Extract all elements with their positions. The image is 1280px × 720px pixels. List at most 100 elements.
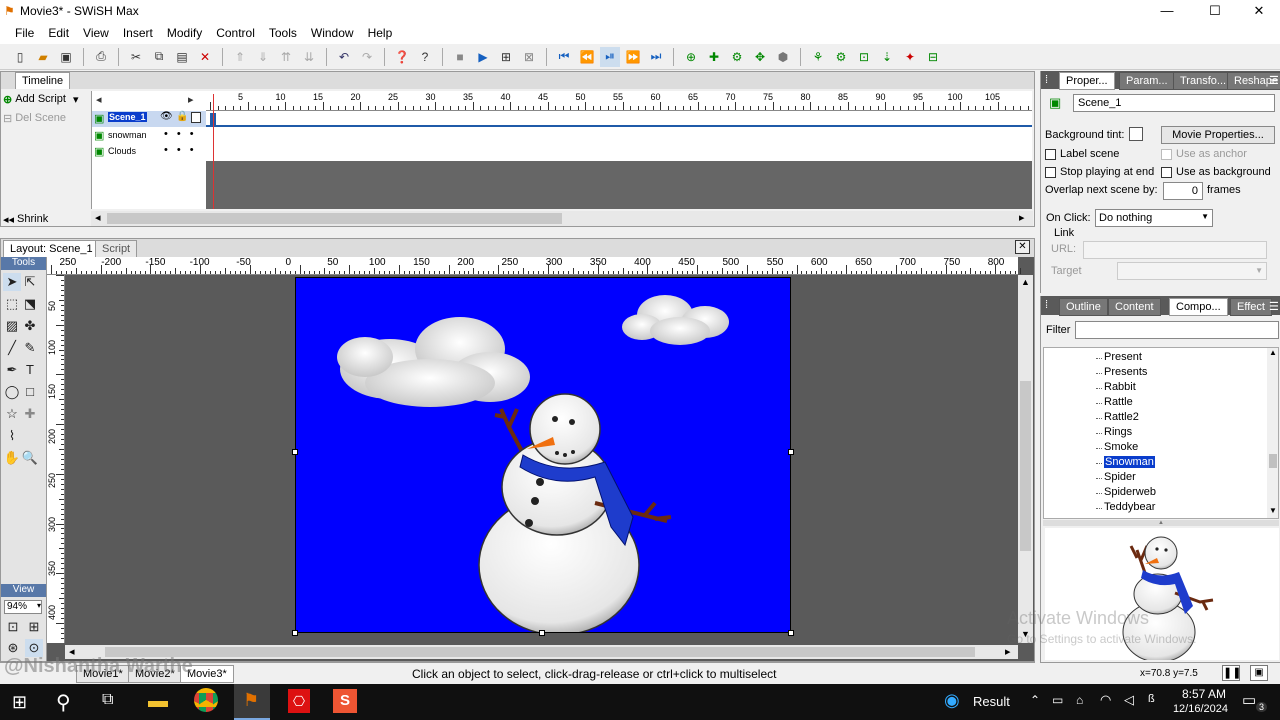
component-item[interactable]: Rattle [1044, 396, 1278, 411]
close-button[interactable]: ✕ [1236, 0, 1280, 22]
panel-menu-icon[interactable]: ☰ [1269, 300, 1279, 313]
fill-transform-icon[interactable]: ▨ [3, 317, 21, 335]
eyedropper-tool-icon[interactable]: ⌇ [3, 427, 21, 445]
zoom-in-icon[interactable]: ⊞ [25, 618, 43, 636]
result-label[interactable]: Result [973, 694, 1010, 709]
component-item[interactable]: Teddybear [1044, 501, 1278, 516]
effect-b-icon[interactable]: ⚙ [831, 47, 851, 67]
shrink-button[interactable]: ◂◂ Shrink [3, 212, 91, 226]
component-item[interactable]: Smoke [1044, 441, 1278, 456]
pen-tool-icon[interactable]: ✒ [3, 361, 21, 379]
cut-icon[interactable]: ✂ [126, 47, 146, 67]
prev-frame-icon[interactable]: ⏪ [577, 47, 597, 67]
ellipse-tool-icon[interactable]: ◯ [3, 383, 21, 401]
handle-bottom[interactable] [539, 630, 545, 636]
open-icon[interactable]: ▰ [33, 47, 53, 67]
file-explorer-icon[interactable]: ▬ [148, 690, 168, 713]
close-layout-icon[interactable]: ✕ [1015, 240, 1030, 254]
use-background-checkbox[interactable]: Use as background [1161, 166, 1271, 178]
play-effects-icon[interactable]: ⊠ [519, 47, 539, 67]
help-icon[interactable]: ❓ [392, 47, 412, 67]
tab-script[interactable]: Script [95, 240, 138, 258]
stop-icon[interactable]: ■ [450, 47, 470, 67]
zoom-select[interactable]: 94% ▾ [4, 600, 42, 614]
menu-insert[interactable]: Insert [116, 22, 160, 44]
component-item[interactable]: Spider [1044, 471, 1278, 486]
handle-bottom-right[interactable] [788, 630, 794, 636]
volume-icon[interactable]: ◁ [1124, 692, 1134, 708]
task-view-icon[interactable]: ⧉ [102, 691, 113, 709]
layer-clouds[interactable]: Clouds [108, 146, 136, 156]
bg-tint-swatch[interactable] [1129, 127, 1143, 141]
last-frame-icon[interactable]: ⏭ [646, 47, 666, 67]
tree-vscroll[interactable]: ▲ ▼ [1267, 348, 1278, 518]
menu-control[interactable]: Control [209, 22, 262, 44]
handle-bottom-left[interactable] [292, 630, 298, 636]
tab-transform[interactable]: Transfo... [1173, 72, 1234, 90]
language-icon[interactable]: ß [1148, 693, 1155, 705]
select-tool-icon[interactable]: ➤ [3, 273, 21, 291]
add-scene-icon[interactable]: ⊕ [681, 47, 701, 67]
overlap-field[interactable]: 0 [1163, 182, 1203, 200]
print-icon[interactable]: ⎙ [91, 47, 111, 67]
save-icon[interactable]: ▣ [56, 47, 76, 67]
component-item[interactable]: Rings [1044, 426, 1278, 441]
rectangle-tool-icon[interactable]: □ [21, 383, 39, 401]
add-effect-icon[interactable]: ✚ [704, 47, 724, 67]
menu-file[interactable]: File [8, 22, 41, 44]
outline-toggle[interactable] [191, 112, 201, 123]
move-down-icon[interactable]: ⇓ [253, 47, 273, 67]
onclick-select[interactable]: Do nothing ▼ [1095, 209, 1213, 227]
menu-edit[interactable]: Edit [41, 22, 76, 44]
play-icon[interactable]: ▶ [473, 47, 493, 67]
frame-grid[interactable] [206, 111, 1032, 161]
copy-icon[interactable]: ⧉ [149, 47, 169, 67]
layout-vscroll[interactable]: ▲ ▼ [1018, 275, 1033, 643]
hand-tool-icon[interactable]: ✋ [3, 449, 21, 467]
menu-view[interactable]: View [76, 22, 116, 44]
add-motion-icon[interactable]: ⚙ [727, 47, 747, 67]
search-icon[interactable]: ⚲ [56, 690, 71, 715]
target-select[interactable]: ▼ [1117, 262, 1267, 280]
timeline-hscroll[interactable]: ◂ ▸ [91, 211, 1033, 226]
component-item[interactable]: Rabbit [1044, 381, 1278, 396]
tab-effect[interactable]: Effect [1230, 298, 1272, 316]
tab-content[interactable]: Content [1108, 298, 1161, 316]
layer-snowman[interactable]: snowman [108, 130, 147, 140]
stage-canvas[interactable] [295, 277, 791, 633]
lock-icon[interactable]: 🔒 [176, 111, 188, 122]
maximize-button[interactable]: ☐ [1192, 0, 1238, 22]
tab-timeline[interactable]: Timeline [15, 72, 71, 89]
wifi-icon[interactable]: ◠ [1100, 692, 1111, 708]
next-frame-icon[interactable]: ⏩ [623, 47, 643, 67]
menu-help[interactable]: Help [361, 22, 400, 44]
new-icon[interactable]: ▯ [10, 47, 30, 67]
battery-icon[interactable]: ▭ [1052, 693, 1063, 707]
playhead[interactable] [213, 94, 214, 209]
add-move-icon[interactable]: ✥ [750, 47, 770, 67]
clock-time[interactable]: 8:57 AM [1176, 687, 1226, 701]
redo-icon[interactable]: ↷ [357, 47, 377, 67]
play-timeline-icon[interactable]: ⊞ [496, 47, 516, 67]
tab-parameters[interactable]: Param... [1119, 72, 1175, 90]
add-shape-icon[interactable]: ⬢ [773, 47, 793, 67]
layer-scene[interactable]: Scene_1 [108, 112, 147, 122]
tab-layout[interactable]: Layout: Scene_1 [3, 240, 100, 258]
windows-start-icon[interactable]: ⊞ [12, 692, 27, 713]
effect-f-icon[interactable]: ⊟ [923, 47, 943, 67]
tab-outline[interactable]: Outline [1059, 298, 1108, 316]
add-script-button[interactable]: ⊕ Add Script ▾ [3, 91, 91, 107]
minimize-button[interactable]: — [1144, 0, 1190, 22]
stop-end-checkbox[interactable]: Stop playing at end [1045, 166, 1154, 178]
handle-right[interactable] [788, 449, 794, 455]
chrome-icon[interactable] [194, 688, 218, 712]
stage[interactable] [295, 277, 791, 633]
clock-date[interactable]: 12/16/2024 [1168, 703, 1228, 715]
layout-hscroll[interactable]: ◂ ▸ [65, 645, 1018, 659]
del-scene-button[interactable]: ⊟ Del Scene [3, 110, 91, 126]
label-scene-checkbox[interactable]: Label scene [1045, 148, 1119, 160]
menu-window[interactable]: Window [304, 22, 361, 44]
first-frame-icon[interactable]: ⏮ [554, 47, 574, 67]
text-tool-icon[interactable]: T [21, 361, 39, 379]
frame-ruler[interactable]: 5 10 15 20 25 30 35 40 45 50 55 60 65 70 75 80 85 90 95 100… [206, 91, 1032, 111]
